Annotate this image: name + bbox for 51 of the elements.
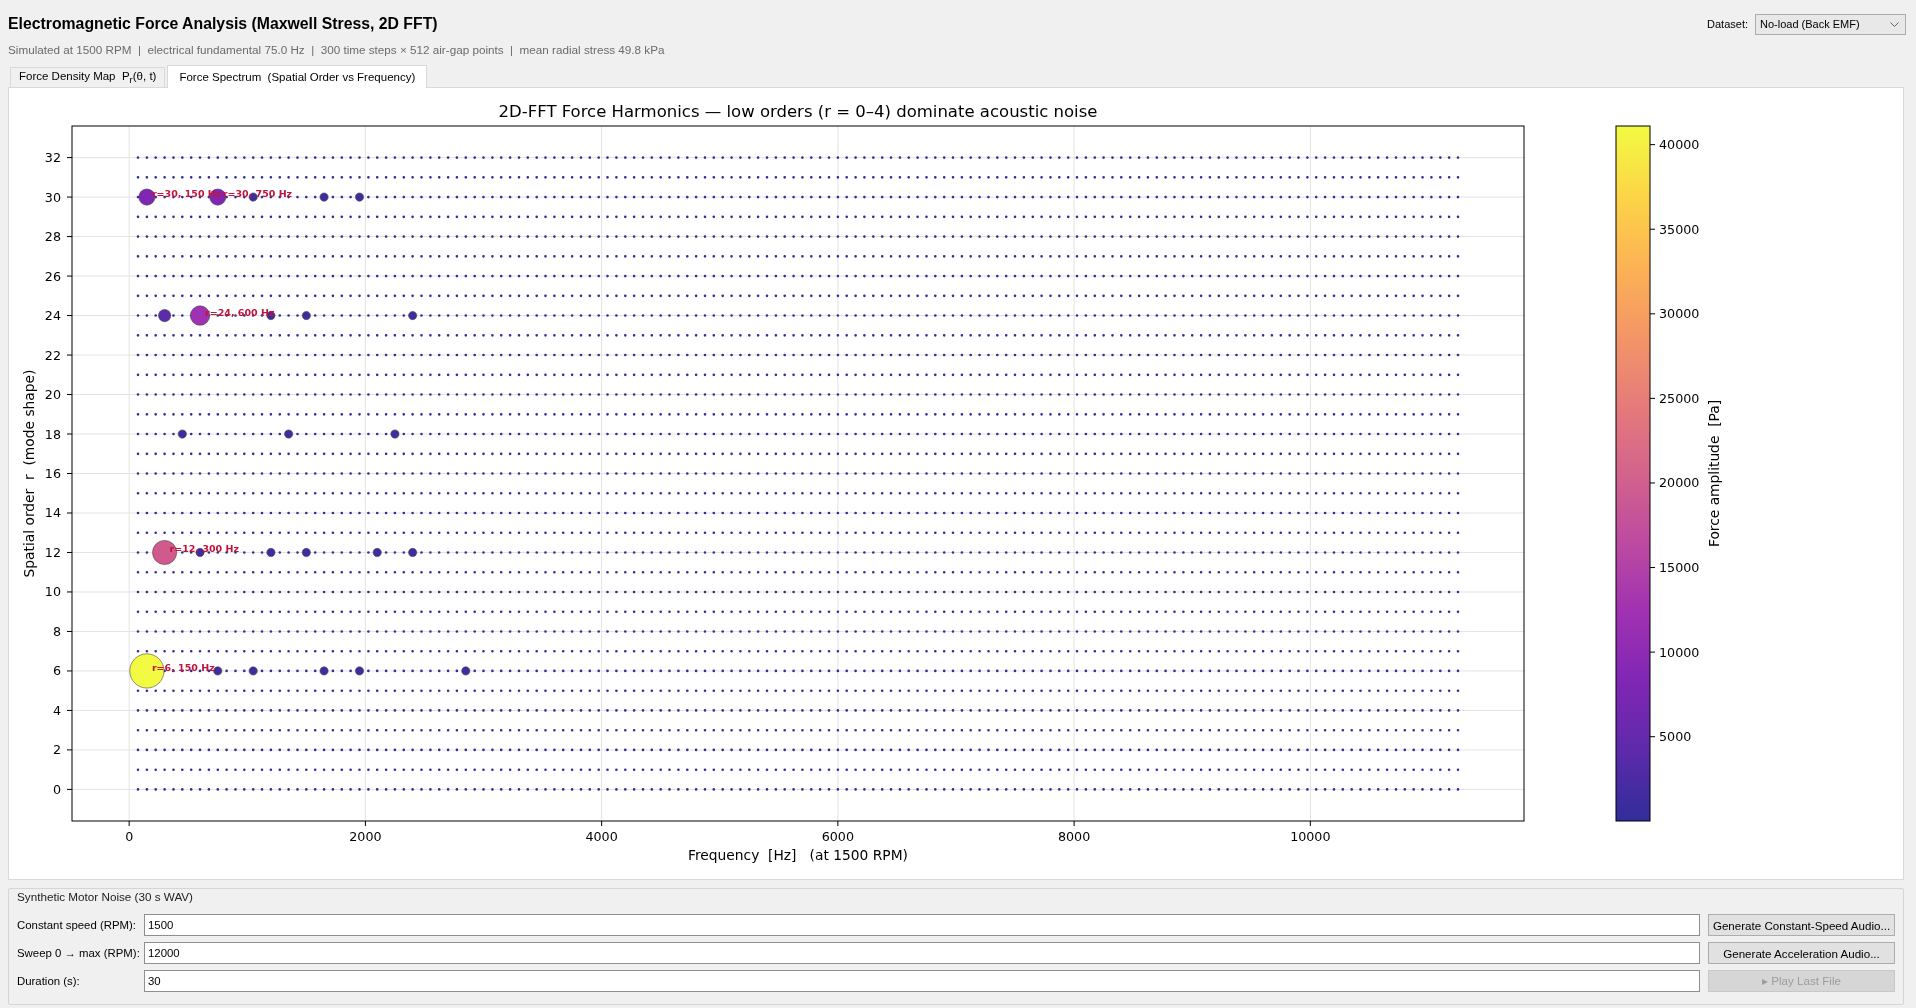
colorbar-tick-label: 40000 — [1659, 137, 1700, 153]
dataset-dropdown[interactable]: No-load (Back EMF) — [1755, 13, 1906, 35]
x-tick-label: 10000 — [1290, 828, 1331, 844]
x-tick-label: 6000 — [821, 828, 854, 844]
y-tick-label: 16 — [44, 466, 61, 481]
action-button[interactable]: Generate Constant-Speed Audio... — [1708, 914, 1895, 936]
chart-title: 2D-FFT Force Harmonics — low orders (r = 0–4) dominate acoustic noise — [498, 101, 1098, 121]
colorbar-tick-label: 35000 — [1659, 221, 1700, 237]
tab[interactable]: Force Spectrum (Spatial Order vs Frequency) — [167, 65, 428, 88]
colorbar-tick-label: 30000 — [1659, 306, 1700, 322]
x-tick-label: 2000 — [349, 828, 382, 844]
y-tick-label: 30 — [44, 189, 61, 205]
x-tick-label: 4000 — [585, 828, 618, 844]
y-tick-label: 18 — [44, 426, 61, 442]
subtitle-text: Simulated at 1500 RPM | electrical fundamental 75.0 Hz | 300 time steps × 512 air-gap points | mean radial stress 49.8 kPa — [8, 42, 666, 58]
input-field[interactable]: 30 — [144, 970, 1700, 992]
y-tick-label: 2 — [52, 742, 61, 758]
y-tick-label: 0 — [52, 781, 61, 797]
colorbar-tick-label: 5000 — [1659, 729, 1692, 745]
group-title: Synthetic Motor Noise (30 s WAV) — [17, 889, 193, 905]
dropdown-label: Dataset: — [1707, 18, 1748, 30]
colorbar-tick-label: 15000 — [1659, 560, 1700, 576]
y-tick-label: 22 — [44, 347, 61, 363]
y-axis-label: Spatial order r (mode shape) — [21, 369, 37, 578]
y-tick-label: 12 — [44, 545, 61, 560]
y-tick-label: 6 — [52, 663, 61, 679]
y-tick-label: 8 — [52, 623, 61, 639]
y-tick-label: 28 — [44, 229, 61, 245]
app-title: Electromagnetic Force Analysis (Maxwell Stress, 2D FFT) — [8, 15, 438, 33]
chevron-down-icon — [1890, 21, 1899, 27]
y-tick-label: 26 — [44, 268, 61, 284]
y-tick-label: 32 — [44, 150, 61, 166]
x-tick-label: 0 — [125, 828, 134, 844]
colorbar-tick-label: 25000 — [1659, 390, 1700, 406]
tab[interactable]: Force Density Map P$_{r}$(θ, t) — [10, 67, 166, 87]
input-field[interactable]: 1500 — [144, 914, 1700, 936]
field-label: Duration (s): — [17, 975, 81, 987]
x-axis-label: Frequency [Hz] (at 1500 RPM) — [688, 847, 908, 863]
y-tick-label: 20 — [44, 387, 61, 402]
colorbar-label: Force amplitude [Pa] — [1706, 399, 1722, 548]
field-label: Sweep 0 → max (RPM): — [17, 947, 141, 959]
colorbar-tick-label: 20000 — [1659, 475, 1700, 491]
colorbar-tick-label: 10000 — [1659, 644, 1700, 660]
y-tick-label: 14 — [44, 505, 61, 521]
action-button[interactable]: Generate Acceleration Audio... — [1708, 942, 1895, 964]
y-tick-label: 4 — [52, 702, 61, 718]
y-tick-label: 24 — [44, 308, 61, 324]
field-label: Constant speed (RPM): — [17, 919, 138, 931]
y-tick-label: 10 — [44, 584, 61, 600]
input-field[interactable]: 12000 — [144, 942, 1700, 964]
x-tick-label: 8000 — [1057, 828, 1091, 844]
